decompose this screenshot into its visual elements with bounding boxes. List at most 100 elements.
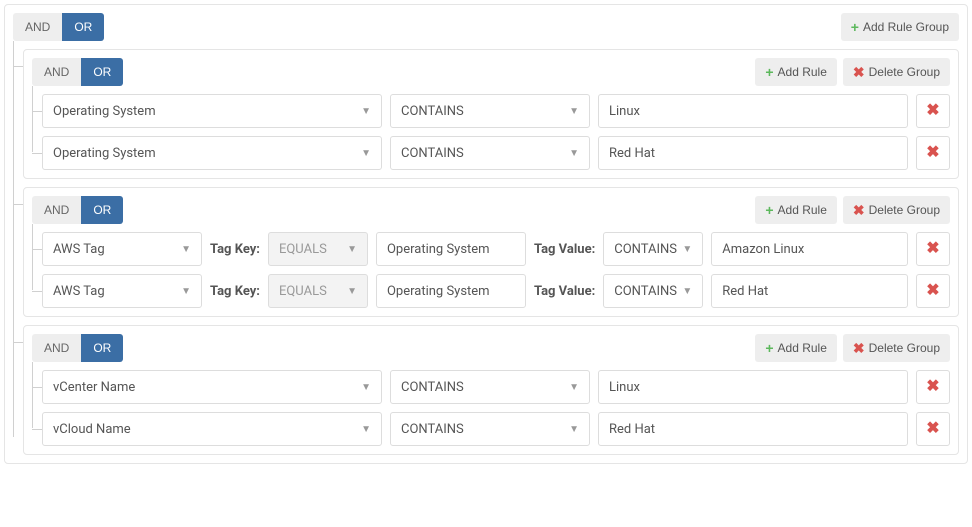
tag-value-text: Red Hat: [722, 284, 768, 299]
add-rule-label: Add Rule: [778, 341, 827, 355]
add-rule-button[interactable]: + Add Rule: [755, 196, 837, 224]
operator-select[interactable]: CONTAINS ▼: [390, 136, 590, 170]
root-group-header: AND OR + Add Rule Group: [5, 13, 959, 41]
caret-down-icon: ▼: [361, 382, 371, 393]
plus-icon: +: [765, 203, 773, 217]
field-value: AWS Tag: [53, 284, 105, 299]
caret-down-icon: ▼: [569, 424, 579, 435]
x-icon: ✖: [926, 241, 939, 257]
tag-value-op-value: CONTAINS: [614, 242, 677, 257]
tag-value-input[interactable]: Red Hat: [711, 274, 908, 308]
tag-value-operator-select[interactable]: CONTAINS ▼: [603, 274, 703, 308]
tag-value-text: Amazon Linux: [722, 242, 804, 257]
plus-icon: +: [851, 20, 859, 34]
operator-select[interactable]: CONTAINS ▼: [390, 412, 590, 446]
value-input[interactable]: Linux: [598, 370, 908, 404]
operator-select[interactable]: CONTAINS ▼: [390, 370, 590, 404]
field-select[interactable]: vCloud Name ▼: [42, 412, 382, 446]
or-button[interactable]: OR: [81, 196, 123, 224]
field-select[interactable]: vCenter Name ▼: [42, 370, 382, 404]
tag-key-operator-select[interactable]: EQUALS ▼: [268, 274, 368, 308]
child-wrap: AND OR + Add Rule ✖ Delete Group: [23, 187, 959, 317]
add-rule-group-button[interactable]: + Add Rule Group: [841, 13, 959, 41]
delete-rule-button[interactable]: ✖: [916, 94, 950, 128]
value-text: Red Hat: [609, 422, 655, 437]
add-rule-label: Add Rule: [778, 203, 827, 217]
or-button[interactable]: OR: [81, 334, 123, 362]
delete-group-label: Delete Group: [869, 65, 940, 79]
group-children: AWS Tag ▼ Tag Key: EQUALS ▼ Operating Sy…: [42, 232, 950, 308]
tag-key-value-input[interactable]: Operating System: [376, 232, 526, 266]
operator-value: CONTAINS: [401, 380, 464, 395]
add-rule-button[interactable]: + Add Rule: [755, 58, 837, 86]
delete-rule-button[interactable]: ✖: [916, 412, 950, 446]
rule-row: Operating System ▼ CONTAINS ▼ Red Hat ✖: [42, 136, 950, 170]
value-text: Red Hat: [609, 146, 655, 161]
and-button[interactable]: AND: [32, 58, 81, 86]
field-select[interactable]: AWS Tag ▼: [42, 274, 202, 308]
and-button[interactable]: AND: [32, 334, 81, 362]
caret-down-icon: ▼: [181, 286, 191, 297]
logic-toggle: AND OR: [32, 334, 123, 362]
tag-key-op-value: EQUALS: [279, 242, 327, 257]
tag-value-input[interactable]: Amazon Linux: [711, 232, 908, 266]
tag-value-label: Tag Value:: [534, 242, 595, 257]
delete-rule-button[interactable]: ✖: [916, 232, 950, 266]
or-button[interactable]: OR: [81, 58, 123, 86]
value-input[interactable]: Red Hat: [598, 412, 908, 446]
delete-rule-button[interactable]: ✖: [916, 274, 950, 308]
caret-down-icon: ▼: [569, 106, 579, 117]
delete-rule-button[interactable]: ✖: [916, 136, 950, 170]
field-value: AWS Tag: [53, 242, 105, 257]
value-input[interactable]: Linux: [598, 94, 908, 128]
rule-row: AWS Tag ▼ Tag Key: EQUALS ▼ Operating Sy…: [42, 274, 950, 308]
caret-down-icon: ▼: [361, 148, 371, 159]
delete-group-button[interactable]: ✖ Delete Group: [843, 58, 950, 86]
tag-value-op-value: CONTAINS: [614, 284, 677, 299]
tag-value-label: Tag Value:: [534, 284, 595, 299]
child-wrap: AND OR + Add Rule ✖ Delete Group: [23, 49, 959, 179]
caret-down-icon: ▼: [682, 244, 692, 255]
operator-select[interactable]: CONTAINS ▼: [390, 94, 590, 128]
tag-key-value-input[interactable]: Operating System: [376, 274, 526, 308]
x-icon: ✖: [926, 421, 939, 437]
rule-row: AWS Tag ▼ Tag Key: EQUALS ▼ Operating Sy…: [42, 232, 950, 266]
root-and-button[interactable]: AND: [13, 13, 62, 41]
tag-key-label: Tag Key:: [210, 284, 260, 299]
caret-down-icon: ▼: [361, 424, 371, 435]
field-select[interactable]: Operating System ▼: [42, 94, 382, 128]
caret-down-icon: ▼: [361, 106, 371, 117]
caret-down-icon: ▼: [347, 244, 357, 255]
value-text: Linux: [609, 380, 640, 395]
operator-value: CONTAINS: [401, 422, 464, 437]
group-actions: + Add Rule ✖ Delete Group: [755, 334, 950, 362]
and-button[interactable]: AND: [32, 196, 81, 224]
delete-group-label: Delete Group: [869, 341, 940, 355]
rule-row: vCenter Name ▼ CONTAINS ▼ Linux ✖: [42, 370, 950, 404]
group-actions: + Add Rule ✖ Delete Group: [755, 196, 950, 224]
value-text: Linux: [609, 104, 640, 119]
group-children: vCenter Name ▼ CONTAINS ▼ Linux ✖: [42, 370, 950, 446]
tag-value-operator-select[interactable]: CONTAINS ▼: [603, 232, 703, 266]
delete-group-button[interactable]: ✖ Delete Group: [843, 334, 950, 362]
tag-key-operator-select[interactable]: EQUALS ▼: [268, 232, 368, 266]
delete-rule-button[interactable]: ✖: [916, 370, 950, 404]
field-value: vCloud Name: [53, 422, 131, 437]
delete-group-label: Delete Group: [869, 203, 940, 217]
add-rule-button[interactable]: + Add Rule: [755, 334, 837, 362]
rule-group: AND OR + Add Rule ✖ Delete Group: [23, 49, 959, 179]
x-icon: ✖: [926, 283, 939, 299]
field-value: vCenter Name: [53, 380, 135, 395]
root-or-button[interactable]: OR: [62, 13, 104, 41]
caret-down-icon: ▼: [181, 244, 191, 255]
value-input[interactable]: Red Hat: [598, 136, 908, 170]
x-icon: ✖: [853, 65, 865, 79]
x-icon: ✖: [853, 203, 865, 217]
root-children: AND OR + Add Rule ✖ Delete Group: [23, 49, 959, 455]
add-rule-label: Add Rule: [778, 65, 827, 79]
field-select[interactable]: Operating System ▼: [42, 136, 382, 170]
root-group: AND OR + Add Rule Group AND OR + Add: [4, 4, 968, 464]
rule-group: AND OR + Add Rule ✖ Delete Group: [23, 325, 959, 455]
delete-group-button[interactable]: ✖ Delete Group: [843, 196, 950, 224]
field-select[interactable]: AWS Tag ▼: [42, 232, 202, 266]
